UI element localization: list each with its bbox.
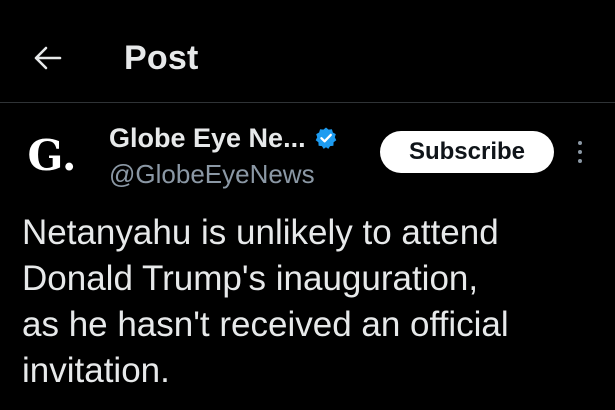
more-options-button[interactable]	[568, 136, 592, 168]
page-title: Post	[124, 39, 199, 77]
author-name[interactable]: Globe Eye Ne...	[109, 121, 306, 155]
author-name-row: Globe Eye Ne...	[109, 121, 338, 155]
post-text: Netanyahu is unlikely to attend Donald T…	[22, 213, 509, 390]
more-vertical-icon-dot	[578, 159, 582, 163]
verified-badge-icon	[314, 126, 338, 150]
author-handle[interactable]: @GlobeEyeNews	[109, 156, 338, 192]
top-bar: Post	[0, 0, 615, 103]
more-vertical-icon-dot	[578, 150, 582, 154]
back-button[interactable]	[26, 36, 70, 80]
arrow-left-icon	[34, 46, 62, 70]
author-info: Globe Eye Ne... @GlobeEyeNews	[109, 121, 338, 192]
more-vertical-icon	[578, 141, 582, 145]
subscribe-button[interactable]: Subscribe	[380, 131, 554, 173]
avatar[interactable]: G.	[22, 125, 82, 185]
